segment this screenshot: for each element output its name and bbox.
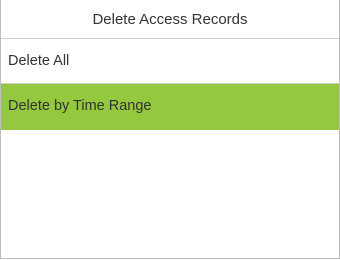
delete-access-records-screen: Delete Access Records Delete All Delete … bbox=[0, 0, 340, 259]
menu-list: Delete All Delete by Time Range bbox=[1, 39, 339, 130]
menu-item-delete-all[interactable]: Delete All bbox=[1, 39, 339, 84]
menu-item-delete-by-time-range[interactable]: Delete by Time Range bbox=[1, 84, 339, 130]
page-title: Delete Access Records bbox=[1, 0, 339, 39]
